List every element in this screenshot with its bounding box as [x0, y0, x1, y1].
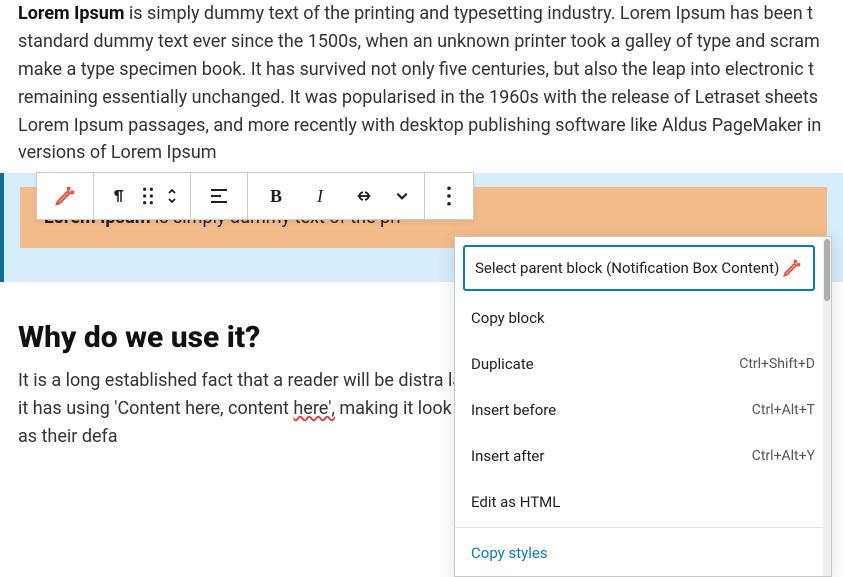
menu-label: Insert after — [471, 447, 544, 465]
menu-label: Duplicate — [471, 355, 534, 373]
menu-item-duplicate[interactable]: Duplicate Ctrl+Shift+D — [455, 341, 831, 387]
menu-label: Copy block — [471, 309, 545, 327]
chevrons-vertical-icon — [166, 186, 178, 206]
italic-icon: I — [317, 186, 323, 207]
link-icon — [353, 189, 375, 203]
menu-shortcut: Ctrl+Shift+D — [739, 356, 815, 372]
link-button[interactable] — [342, 173, 386, 219]
drag-handle-icon — [141, 187, 155, 205]
block-toolbar: B I — [36, 172, 474, 220]
intro-paragraph: Lorem Ipsum is simply dummy text of the … — [0, 0, 843, 167]
menu-item-select-parent[interactable]: Select parent block (Notification Box Co… — [463, 245, 815, 291]
kebab-icon — [446, 186, 452, 206]
chevron-down-icon — [395, 189, 409, 203]
menu-label: Insert before — [471, 401, 556, 419]
more-rich-text-button[interactable] — [386, 173, 418, 219]
italic-button[interactable]: I — [298, 173, 342, 219]
intro-text: is simply dummy text of the printing and… — [18, 3, 821, 163]
pencil-x-icon — [54, 185, 76, 207]
menu-label: Select parent block (Notification Box Co… — [475, 259, 779, 277]
menu-label: Copy styles — [471, 544, 548, 562]
pencil-x-icon — [781, 257, 803, 279]
menu-item-copy-styles[interactable]: Copy styles — [455, 530, 831, 576]
align-button[interactable] — [197, 173, 241, 219]
menu-item-edit-html[interactable]: Edit as HTML — [455, 479, 831, 525]
more-options-button[interactable] — [431, 173, 467, 219]
block-type-button[interactable] — [43, 173, 87, 219]
intro-strong: Lorem Ipsum — [18, 3, 124, 24]
drag-handle-button[interactable] — [136, 173, 160, 219]
move-up-down-button[interactable] — [160, 173, 184, 219]
scrollbar-thumb[interactable] — [824, 239, 830, 301]
bold-button[interactable]: B — [254, 173, 298, 219]
bold-icon: B — [270, 186, 282, 207]
block-options-menu: Select parent block (Notification Box Co… — [454, 236, 832, 577]
menu-shortcut: Ctrl+Alt+Y — [752, 448, 815, 464]
menu-item-insert-after[interactable]: Insert after Ctrl+Alt+Y — [455, 433, 831, 479]
menu-item-insert-before[interactable]: Insert before Ctrl+Alt+T — [455, 387, 831, 433]
menu-scrollbar[interactable] — [823, 237, 831, 576]
menu-item-copy-block[interactable]: Copy block — [455, 295, 831, 341]
spellcheck-word[interactable]: here', — [293, 398, 335, 419]
pilcrow-icon — [109, 187, 127, 205]
menu-shortcut: Ctrl+Alt+T — [752, 402, 815, 418]
menu-divider — [455, 527, 831, 528]
paragraph-button[interactable] — [100, 173, 136, 219]
menu-label: Edit as HTML — [471, 493, 560, 511]
align-icon — [209, 187, 229, 205]
